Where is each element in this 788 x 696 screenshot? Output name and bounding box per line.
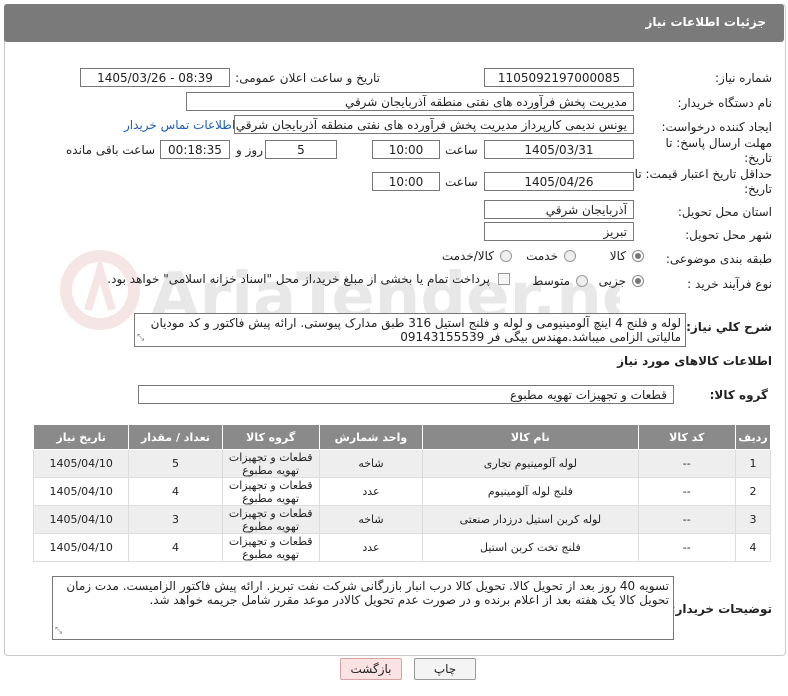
validity-time-field[interactable]: 10:00 [372, 172, 440, 191]
goods-section-title: اطلاعات کالاهای مورد نياز [617, 354, 772, 368]
need-number-label: شماره نیاز: [715, 71, 772, 85]
row-quantity: 4 [128, 533, 223, 562]
goods-group-label: گروه کالا: [709, 388, 768, 402]
row-code: -- [637, 533, 736, 562]
row-unit: شاخه [318, 449, 424, 478]
column-header-name: نام کالا [422, 424, 639, 450]
buyer-field[interactable]: مدیریت پخش فرآورده های نفتی منطقه آذربای… [186, 92, 634, 111]
remaining-days-field[interactable]: 5 [265, 140, 337, 159]
row-quantity: 5 [128, 449, 223, 478]
category-option-service[interactable]: خدمت [526, 249, 576, 263]
city-label: شهر محل تحویل: [685, 228, 772, 242]
row-date: 1405/04/10 [32, 477, 130, 506]
category-option-goods[interactable]: کالا [610, 249, 644, 263]
radio-selected-icon[interactable] [632, 275, 644, 287]
row-name: فلنج تخت کربن استیل [422, 533, 639, 562]
radio-icon[interactable] [576, 275, 588, 287]
checkbox-icon[interactable] [498, 273, 510, 285]
description-text: لوله و فلنج 4 اینچ آلومینیومی و لوله و ف… [150, 316, 681, 344]
need-number-field[interactable]: 1105092197000085 [484, 68, 634, 87]
province-label: استان محل تحویل: [677, 205, 772, 219]
row-unit: عدد [318, 477, 424, 506]
city-field[interactable]: تبریز [484, 222, 634, 241]
table-row[interactable]: 1 -- لوله آلومینیوم تجاری شاخه قطعات و ت… [32, 449, 772, 478]
creator-field[interactable]: يونس نديمی كارپرداز مدیریت پخش فرآورده ه… [234, 115, 634, 134]
row-code: -- [637, 477, 736, 506]
row-group: قطعات و تجهيزات تهويه مطبوع [221, 477, 320, 506]
row-group: قطعات و تجهيزات تهويه مطبوع [221, 449, 320, 478]
row-quantity: 3 [128, 505, 223, 534]
goods-group-field[interactable]: قطعات و تجهیزات تهویه مطبوع [138, 385, 674, 404]
payment-note: پرداخت تمام یا بخشی از مبلغ خرید،از محل … [107, 272, 490, 286]
announce-datetime-field[interactable]: 1405/03/26 - 08:39 [80, 68, 230, 87]
column-header-index: رديف [734, 424, 772, 450]
validity-label: حداقل تاریخ اعتبار قیمت: تا تاریخ: [634, 167, 772, 196]
days-label: روز و [236, 143, 263, 157]
table-row[interactable]: 4 -- فلنج تخت کربن استیل عدد قطعات و تجه… [32, 533, 772, 562]
page-title: جزئیات اطلاعات نیاز [645, 15, 766, 29]
row-index: 4 [734, 533, 772, 562]
deadline-time-field[interactable]: 10:00 [372, 140, 440, 159]
deadline-date-field[interactable]: 1405/03/31 [484, 140, 634, 159]
buyer-notes-textarea[interactable]: تسویه 40 روز بعد از تحویل کالا. تحویل کا… [52, 576, 674, 640]
payment-treasury-checkbox[interactable]: پرداخت تمام یا بخشی از مبلغ خرید،از محل … [107, 272, 510, 286]
row-name: فلنج لوله آلومينيوم [422, 477, 639, 506]
buyer-notes-text: تسویه 40 روز بعد از تحویل کالا. تحویل کا… [66, 579, 669, 607]
process-label: نوع فرآیند خرید : [687, 277, 772, 291]
buyer-label: نام دستگاه خریدار: [677, 96, 773, 110]
category-label: طبقه بندی موضوعی: [665, 252, 772, 266]
row-date: 1405/04/10 [32, 505, 130, 534]
back-button[interactable]: بازگشت [340, 658, 402, 680]
row-name: لوله آلومینیوم تجاری [422, 449, 639, 478]
row-unit: عدد [318, 533, 424, 562]
remaining-time-field[interactable]: 00:18:35 [160, 140, 230, 159]
row-group: قطعات و تجهيزات تهويه مطبوع [221, 533, 320, 562]
row-quantity: 4 [128, 477, 223, 506]
buyer-notes-label: توضیحات خریدار: [670, 602, 772, 616]
panel-header: جزئیات اطلاعات نیاز [4, 4, 784, 42]
creator-label: ایجاد کننده درخواست: [661, 120, 772, 134]
row-unit: شاخه [318, 505, 424, 534]
resize-grip-icon[interactable]: ⤡ [55, 624, 62, 638]
table-header-row: رديف کد کالا نام کالا واحد شمارش گروه کا… [32, 424, 772, 450]
description-textarea[interactable]: لوله و فلنج 4 اینچ آلومینیومی و لوله و ف… [134, 313, 686, 347]
radio-selected-icon[interactable] [632, 250, 644, 262]
table-row[interactable]: 3 -- لوله کربن استیل درزدار صنعتی شاخه ق… [32, 505, 772, 534]
validity-time-label: ساعت [445, 175, 478, 189]
process-option-minor[interactable]: جزیی [599, 274, 644, 288]
remaining-time-label: ساعت باقی مانده [66, 143, 156, 157]
deadline-label: مهلت ارسال پاسخ: تا تاریخ: [665, 136, 772, 165]
province-field[interactable]: آذربایجان شرقي [484, 200, 634, 219]
row-code: -- [637, 449, 736, 478]
column-header-quantity: تعداد / مقدار [128, 424, 223, 450]
buyer-contact-link[interactable]: اطلاعات تماس خریدار [124, 118, 235, 132]
row-index: 2 [734, 477, 772, 506]
column-header-unit: واحد شمارش [318, 424, 424, 450]
radio-icon[interactable] [500, 250, 512, 262]
row-date: 1405/04/10 [32, 449, 130, 478]
radio-icon[interactable] [564, 250, 576, 262]
row-index: 1 [734, 449, 772, 478]
row-code: -- [637, 505, 736, 534]
goods-table: رديف کد کالا نام کالا واحد شمارش گروه کا… [32, 424, 772, 562]
description-label: شرح کلي نياز: [686, 320, 772, 334]
validity-date-field[interactable]: 1405/04/26 [484, 172, 634, 191]
column-header-code: کد کالا [637, 424, 736, 450]
column-header-date: تاريخ نياز [32, 424, 130, 450]
row-date: 1405/04/10 [32, 533, 130, 562]
row-group: قطعات و تجهيزات تهويه مطبوع [221, 505, 320, 534]
print-button[interactable]: چاپ [414, 658, 476, 680]
row-index: 3 [734, 505, 772, 534]
deadline-time-label: ساعت [445, 143, 478, 157]
resize-grip-icon[interactable]: ⤡ [137, 331, 144, 345]
table-row[interactable]: 2 -- فلنج لوله آلومينيوم عدد قطعات و تجه… [32, 477, 772, 506]
process-option-medium[interactable]: متوسط [532, 274, 588, 288]
column-header-group: گروه کالا [221, 424, 320, 450]
row-name: لوله کربن استیل درزدار صنعتی [422, 505, 639, 534]
announce-label: تاریخ و ساعت اعلان عمومی: [235, 71, 380, 85]
category-option-goods-service[interactable]: کالا/خدمت [442, 249, 512, 263]
